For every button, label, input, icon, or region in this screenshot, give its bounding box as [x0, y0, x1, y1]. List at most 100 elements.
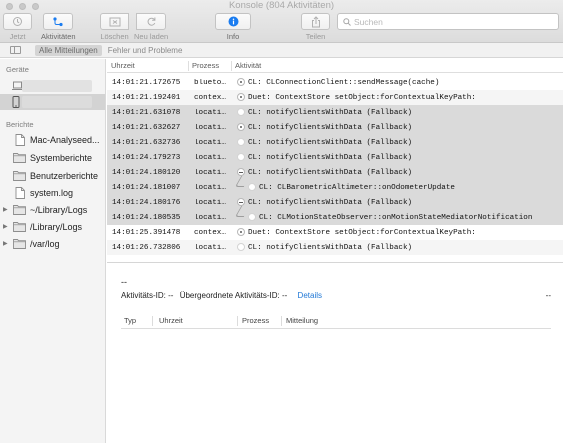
- now-button[interactable]: Jetzt: [3, 13, 32, 41]
- table-row[interactable]: 14:01:25.391478 contex… Duet: ContextStore…: [107, 225, 563, 240]
- folder-icon: [13, 222, 26, 232]
- phone-icon: [12, 96, 20, 108]
- search-field[interactable]: [337, 13, 559, 30]
- activity-table[interactable]: Uhrzeit Prozess Aktivität 14:01:21.17267…: [107, 59, 563, 262]
- detail-column-message[interactable]: Mitteilung: [286, 316, 318, 325]
- row-process: locati…: [194, 199, 226, 207]
- row-process: locati…: [194, 184, 226, 192]
- folder-icon: [13, 239, 26, 249]
- row-message: CL: notifyClientsWithData (Fallback): [248, 199, 413, 207]
- device-name-redacted: [22, 96, 92, 108]
- table-row[interactable]: 14:01:26.732806 locati… CL: notifyClientsW…: [107, 240, 563, 255]
- sidebar-item-library-logs[interactable]: ▶ /Library/Logs: [0, 218, 105, 235]
- activities-button[interactable]: Aktivitäten: [41, 13, 76, 41]
- sidebar-item-user-reports[interactable]: Benutzerberichte: [0, 167, 105, 184]
- activities-icon: [53, 17, 63, 27]
- sidebar-item-mac-analysis[interactable]: Mac-Analyseed...: [0, 131, 105, 148]
- table-row[interactable]: 14:01:21.632736 locati… CL: notifyClientsW…: [107, 135, 563, 150]
- row-message: CL: notifyClientsWithData (Fallback): [248, 139, 413, 147]
- details-link[interactable]: Details: [298, 291, 322, 300]
- filter-errors-faults[interactable]: Fehler und Probleme: [108, 46, 183, 55]
- disclosure-triangle-icon[interactable]: ▶: [3, 206, 11, 213]
- row-message: Duet: ContextStore setObject:forContextu…: [248, 229, 476, 237]
- detail-column-process[interactable]: Prozess: [242, 316, 269, 325]
- row-message: CL: notifyClientsWithData (Fallback): [248, 244, 413, 252]
- activity-indicator-icon: [237, 243, 245, 251]
- row-process: locati…: [194, 214, 226, 222]
- sidebar: Geräte Berichte Mac-Analyseed... Systemb…: [0, 59, 106, 443]
- table-row[interactable]: 14:01:24.180535 locati… CL: CLMotionStateO…: [107, 206, 563, 225]
- sidebar-item-var-log[interactable]: ▶ /var/log: [0, 235, 105, 252]
- sidebar-item-system-reports[interactable]: Systemberichte: [0, 149, 105, 166]
- row-time: 14:01:21.631078: [112, 109, 181, 117]
- info-button[interactable]: Info: [215, 13, 251, 41]
- activity-table-header: Uhrzeit Prozess Aktivität: [107, 59, 563, 73]
- search-input[interactable]: [354, 16, 554, 27]
- activity-id-label: Aktivitäts-ID:: [121, 291, 166, 300]
- column-process[interactable]: Prozess: [192, 61, 219, 70]
- sidebar-item-label: /Library/Logs: [30, 221, 83, 232]
- reports-heading: Berichte: [6, 120, 34, 129]
- column-activity[interactable]: Aktivität: [235, 61, 261, 70]
- row-time: 14:01:21.632627: [112, 124, 181, 132]
- row-message: CL: notifyClientsWithData (Fallback): [248, 169, 413, 177]
- share-icon: [311, 15, 320, 27]
- table-row[interactable]: 14:01:24.181007 locati… CL: CLBarometricAl…: [107, 176, 563, 195]
- sidebar-item-user-library-logs[interactable]: ▶ ~/Library/Logs: [0, 201, 105, 218]
- clear-label: Löschen: [100, 32, 129, 41]
- sidebar-item-label: /var/log: [30, 238, 60, 249]
- share-button[interactable]: Teilen: [301, 13, 330, 41]
- clock-icon: [13, 17, 22, 26]
- table-row[interactable]: 14:01:21.631078 locati… CL: notifyClientsW…: [107, 105, 563, 120]
- device-item-iphone[interactable]: [0, 94, 105, 110]
- activity-indicator-icon: [237, 108, 245, 116]
- reload-button[interactable]: Neu laden: [134, 13, 168, 41]
- column-time[interactable]: Uhrzeit: [111, 61, 135, 70]
- clear-button[interactable]: Löschen: [100, 13, 129, 41]
- activity-indicator-icon: [248, 213, 256, 221]
- reload-label: Neu laden: [134, 32, 169, 41]
- row-time: 14:01:21.192401: [112, 94, 181, 102]
- device-item-mac[interactable]: [0, 78, 105, 94]
- row-process: locati…: [194, 109, 226, 117]
- sidebar-item-label: Mac-Analyseed...: [30, 134, 100, 145]
- disclosure-triangle-icon[interactable]: ▶: [3, 240, 11, 247]
- sidebar-item-label: ~/Library/Logs: [30, 204, 88, 215]
- sidebar-toggle-icon[interactable]: [10, 46, 21, 54]
- table-row[interactable]: 14:01:21.192401 contex… Duet: ContextStore…: [107, 90, 563, 105]
- row-process: contex…: [194, 229, 226, 237]
- window-title: Konsole (804 Aktivitäten): [228, 0, 335, 11]
- parent-id-label: Übergeordnete Aktivitäts-ID:: [179, 291, 280, 300]
- document-icon: [15, 186, 25, 199]
- row-time: 14:01:24.181007: [112, 184, 181, 192]
- table-row[interactable]: 14:01:21.172675 blueto… CL: CLConnectionCl…: [107, 75, 563, 90]
- toolbar: Konsole (804 Aktivitäten) Jetzt Aktivitä…: [0, 0, 563, 43]
- row-time: 14:01:24.180535: [112, 214, 181, 222]
- table-row[interactable]: 14:01:24.180120 locati… CL: notifyClientsW…: [107, 165, 563, 180]
- filter-all-messages[interactable]: Alle Mitteilungen: [35, 44, 102, 56]
- row-message: CL: CLBarometricAltimeter::onOdometerUpd…: [259, 184, 455, 192]
- table-row[interactable]: 14:01:21.632627 locati… CL: notifyClientsW…: [107, 120, 563, 135]
- folder-icon: [13, 171, 26, 181]
- row-message: CL: notifyClientsWithData (Fallback): [248, 109, 413, 117]
- activity-ids: Aktivitäts-ID: -- Übergeordnete Aktivitä…: [121, 291, 322, 300]
- row-time: 14:01:24.180176: [112, 199, 181, 207]
- sidebar-item-label: system.log: [30, 187, 74, 198]
- table-row[interactable]: 14:01:24.179273 locati… CL: notifyClientsW…: [107, 150, 563, 165]
- row-process: locati…: [194, 169, 226, 177]
- row-message: CL: CLConnectionClient::sendMessage(cach…: [248, 79, 440, 87]
- row-process: locati…: [194, 154, 226, 162]
- sidebar-item-system-log[interactable]: system.log: [0, 184, 105, 201]
- detail-column-time[interactable]: Uhrzeit: [159, 316, 183, 325]
- detail-column-type[interactable]: Typ: [124, 316, 136, 325]
- sidebar-item-label: Systemberichte: [30, 152, 93, 163]
- disclosure-triangle-icon[interactable]: ▶: [3, 223, 11, 230]
- row-time: 14:01:21.172675: [112, 79, 181, 87]
- collapse-activity-icon[interactable]: [237, 168, 245, 176]
- row-process: blueto…: [194, 79, 226, 87]
- activity-indicator-icon: [248, 183, 256, 191]
- table-row[interactable]: 14:01:24.180176 locati… CL: notifyClientsW…: [107, 195, 563, 210]
- activity-indicator-icon: [237, 228, 245, 236]
- detail-table-header: Typ Uhrzeit Prozess Mitteilung: [121, 315, 551, 329]
- collapse-activity-icon[interactable]: [237, 198, 245, 206]
